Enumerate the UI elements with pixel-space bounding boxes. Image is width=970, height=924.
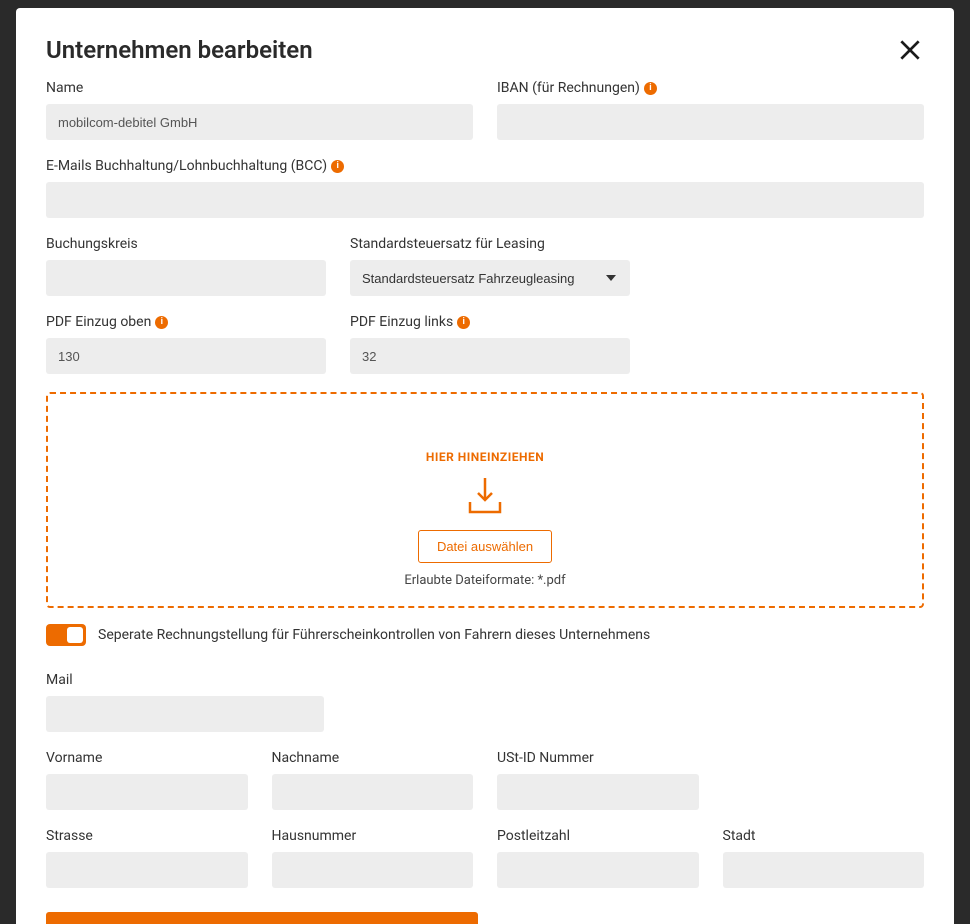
input-ustid[interactable] <box>497 774 699 810</box>
label-buchungskreis: Buchungskreis <box>46 236 138 252</box>
download-icon <box>464 474 506 516</box>
file-dropzone[interactable]: HIER HINEINZIEHEN Datei auswählen Erlaub… <box>46 392 924 608</box>
input-iban[interactable] <box>497 104 924 140</box>
label-taxrate: Standardsteuersatz für Leasing <box>350 236 545 252</box>
label-iban: IBAN (für Rechnungen) <box>497 80 640 96</box>
save-button[interactable]: Speichern <box>46 912 478 924</box>
input-pdf-left[interactable] <box>350 338 630 374</box>
modal-header: Unternehmen bearbeiten <box>46 36 924 64</box>
input-stadt[interactable] <box>723 852 925 888</box>
file-select-button[interactable]: Datei auswählen <box>418 530 552 563</box>
row-emails: E-Mails Buchhaltung/Lohnbuchhaltung (BCC… <box>46 158 924 218</box>
input-hausnummer[interactable] <box>272 852 474 888</box>
label-nachname: Nachname <box>272 750 340 766</box>
input-vorname[interactable] <box>46 774 248 810</box>
label-pdf-top: PDF Einzug oben <box>46 314 151 330</box>
input-strasse[interactable] <box>46 852 248 888</box>
label-hausnummer: Hausnummer <box>272 828 357 844</box>
close-icon <box>897 37 923 63</box>
toggle-label: Seperate Rechnungstellung für Führersche… <box>98 627 650 643</box>
edit-company-modal: Unternehmen bearbeiten Name IBAN (für Re… <box>16 8 954 924</box>
input-name[interactable] <box>46 104 473 140</box>
group-iban: IBAN (für Rechnungen) i <box>497 80 924 140</box>
label-plz: Postleitzahl <box>497 828 570 844</box>
group-emails: E-Mails Buchhaltung/Lohnbuchhaltung (BCC… <box>46 158 924 218</box>
info-icon[interactable]: i <box>457 316 470 329</box>
input-emails[interactable] <box>46 182 924 218</box>
row-name-ustid: Vorname Nachname USt-ID Nummer . <box>46 750 924 810</box>
info-icon[interactable]: i <box>331 160 344 173</box>
label-stadt: Stadt <box>723 828 756 844</box>
group-vorname: Vorname <box>46 750 248 810</box>
group-buchungskreis: Buchungskreis <box>46 236 326 296</box>
label-mail: Mail <box>46 672 73 688</box>
dropzone-hint: Erlaubte Dateiformate: *.pdf <box>68 573 902 588</box>
group-name: Name <box>46 80 473 140</box>
label-pdf-left: PDF Einzug links <box>350 314 453 330</box>
input-mail[interactable] <box>46 696 324 732</box>
group-taxrate: Standardsteuersatz für Leasing Standards… <box>350 236 630 296</box>
label-emails: E-Mails Buchhaltung/Lohnbuchhaltung (BCC… <box>46 158 327 174</box>
group-pdf-top: PDF Einzug oben i <box>46 314 326 374</box>
info-icon[interactable]: i <box>155 316 168 329</box>
toggle-row: Seperate Rechnungstellung für Führersche… <box>46 624 924 646</box>
label-vorname: Vorname <box>46 750 102 766</box>
label-strasse: Strasse <box>46 828 93 844</box>
label-name: Name <box>46 80 83 96</box>
close-button[interactable] <box>896 36 924 64</box>
group-ustid: USt-ID Nummer <box>497 750 699 810</box>
input-nachname[interactable] <box>272 774 474 810</box>
select-taxrate[interactable]: Standardsteuersatz Fahrzeugleasing <box>350 260 630 296</box>
row-name-iban: Name IBAN (für Rechnungen) i <box>46 80 924 140</box>
row-bk-tax: Buchungskreis Standardsteuersatz für Lea… <box>46 236 924 296</box>
group-hausnummer: Hausnummer <box>272 828 474 888</box>
info-icon[interactable]: i <box>644 82 657 95</box>
dropzone-title: HIER HINEINZIEHEN <box>68 450 902 464</box>
input-plz[interactable] <box>497 852 699 888</box>
group-plz: Postleitzahl <box>497 828 699 888</box>
row-pdf: PDF Einzug oben i PDF Einzug links i <box>46 314 924 374</box>
toggle-knob <box>67 627 83 643</box>
group-pdf-left: PDF Einzug links i <box>350 314 630 374</box>
group-strasse: Strasse <box>46 828 248 888</box>
group-nachname: Nachname <box>272 750 474 810</box>
group-mail: Mail <box>46 672 324 732</box>
modal-title: Unternehmen bearbeiten <box>46 36 313 64</box>
row-address: Strasse Hausnummer Postleitzahl Stadt <box>46 828 924 888</box>
input-pdf-top[interactable] <box>46 338 326 374</box>
label-ustid: USt-ID Nummer <box>497 750 594 766</box>
input-buchungskreis[interactable] <box>46 260 326 296</box>
separate-billing-toggle[interactable] <box>46 624 86 646</box>
group-stadt: Stadt <box>723 828 925 888</box>
